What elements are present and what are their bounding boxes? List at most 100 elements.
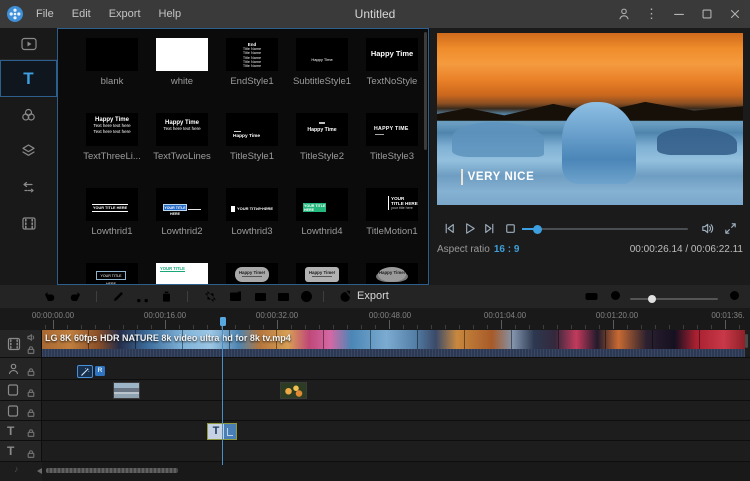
text-style-item[interactable]: Happy Time TitleStyle1 — [217, 113, 287, 188]
image-clip-flowers[interactable] — [280, 382, 307, 399]
mute-track-icon[interactable] — [27, 333, 36, 342]
minimize-button[interactable] — [672, 7, 686, 21]
text-style-item[interactable]: white — [147, 38, 217, 113]
lock-track-icon[interactable] — [27, 450, 35, 458]
sidebar-item-elements[interactable] — [0, 205, 57, 241]
sidebar-item-media[interactable] — [0, 28, 57, 60]
menu-edit[interactable]: Edit — [72, 8, 91, 20]
crop-button[interactable] — [202, 288, 219, 305]
sidebar-item-overlays[interactable] — [0, 133, 57, 169]
text-style-label: TitleStyle2 — [300, 151, 344, 162]
fullscreen-icon[interactable] — [723, 221, 738, 236]
lock-track-icon[interactable] — [27, 346, 35, 354]
text-style-item[interactable]: YOUR TITLE HERE Lowthrid4 — [287, 188, 357, 263]
duration-button[interactable] — [298, 288, 315, 305]
effect-clip[interactable]: R — [77, 365, 105, 378]
menu-help[interactable]: Help — [159, 8, 182, 20]
account-icon[interactable] — [617, 7, 631, 21]
text-style-item[interactable]: Happy Time! — [287, 263, 357, 284]
timeline-vertical-scrollbar[interactable] — [745, 334, 748, 348]
text-style-item[interactable]: YOUR TITLE HERE Lowthrid2 — [147, 188, 217, 263]
ruler-label: 00:01:36. — [711, 311, 745, 320]
text-style-item[interactable]: YOUR TITLE HERE — [77, 263, 147, 284]
volume-icon[interactable] — [700, 221, 715, 236]
edit-button[interactable] — [110, 288, 127, 305]
track-text-header: T — [0, 421, 42, 440]
timeline-zoom-handle[interactable] — [648, 295, 656, 303]
playhead-handle[interactable] — [220, 317, 226, 326]
seek-slider[interactable] — [522, 224, 688, 234]
previous-frame-button[interactable] — [442, 221, 457, 236]
lock-track-icon[interactable] — [27, 368, 35, 376]
text-style-item[interactable]: YOUR TITLE — [147, 263, 217, 284]
pip-track-icon — [7, 362, 20, 375]
panel-scrollbar[interactable] — [424, 32, 427, 150]
title-bar: File Edit Export Help Untitled ⋮ — [0, 0, 750, 28]
text-style-thumbnail: Happy Time! — [296, 263, 348, 284]
lock-track-icon[interactable] — [27, 429, 35, 437]
text-style-item[interactable]: Happy Time! — [217, 263, 287, 284]
video-clip[interactable]: LG 8K 60fps HDR NATURE 8k video ultra hd… — [42, 330, 745, 357]
track-video-header — [0, 330, 42, 357]
track-text-header: T — [0, 441, 42, 461]
lock-track-icon[interactable] — [27, 389, 35, 397]
preview-overlay-text: VERY NICE — [460, 168, 535, 185]
text-style-item[interactable]: Happy Time! — [357, 263, 427, 284]
text-styles-panel: blank white End Title Name Title Name Title… — [57, 28, 429, 285]
export-button[interactable]: Export — [357, 290, 389, 302]
horizontal-scrollbar[interactable] — [46, 468, 178, 473]
pan-zoom-button[interactable] — [227, 288, 244, 305]
freeze-frame-button[interactable] — [275, 288, 292, 305]
close-button[interactable] — [728, 7, 742, 21]
media-icon — [20, 36, 38, 52]
undo-button[interactable] — [41, 288, 58, 305]
mosaic-button[interactable] — [252, 288, 269, 305]
fit-timeline-button[interactable] — [583, 288, 600, 305]
transitions-icon — [20, 180, 37, 195]
toolbar-separator — [187, 291, 188, 302]
text-style-item[interactable]: Happy Time Text here text here Text here t… — [77, 113, 147, 188]
text-style-item[interactable]: YOUR TITLE HERE your title here TitleMotio… — [357, 188, 427, 263]
sidebar-item-transitions[interactable] — [0, 169, 57, 205]
text-style-item[interactable]: blank — [77, 38, 147, 113]
seek-handle[interactable] — [533, 224, 542, 234]
text-style-item[interactable]: YOUR TITLE HERE Lowthrid3 — [217, 188, 287, 263]
stop-button[interactable] — [503, 221, 518, 236]
text-style-thumbnail: YOUR TITLE — [156, 263, 208, 284]
menu-export[interactable]: Export — [109, 8, 141, 20]
text-style-item[interactable]: Happy Time TextNoStyle — [357, 38, 427, 113]
text-style-item[interactable]: HAPPY TIME TitleStyle3 — [357, 113, 427, 188]
split-button[interactable] — [134, 288, 151, 305]
text-style-item[interactable]: Happy Time SubtitleStyle1 — [287, 38, 357, 113]
text-style-item[interactable]: Happy Time TitleStyle2 — [287, 113, 357, 188]
lock-track-icon[interactable] — [27, 409, 35, 417]
redo-button[interactable] — [67, 288, 84, 305]
text-style-thumbnail: YOUR TITLE HERE — [86, 188, 138, 221]
timeline-ruler[interactable]: 00:00:00.00 00:00:16.00 00:00:32.00 00:0… — [0, 308, 750, 330]
zoom-in-button[interactable] — [727, 288, 744, 305]
text-style-label: Lowthrid2 — [161, 226, 203, 237]
export-icon[interactable] — [337, 288, 354, 305]
zoom-out-button[interactable] — [608, 288, 625, 305]
sidebar-item-text[interactable]: T — [0, 60, 57, 97]
menu-file[interactable]: File — [36, 8, 54, 20]
next-frame-button[interactable] — [482, 221, 497, 236]
delete-button[interactable] — [158, 288, 175, 305]
iceberg-shape — [562, 101, 636, 185]
aspect-ratio[interactable]: Aspect ratio 16 : 9 — [437, 244, 519, 255]
text-style-label: SubtitleStyle1 — [292, 76, 352, 87]
text-clip-handle[interactable] — [224, 424, 236, 439]
sidebar-item-filters[interactable] — [0, 97, 57, 133]
text-style-item[interactable]: End Title Name Title Name Title Name Title N… — [217, 38, 287, 113]
timeline-zoom-slider[interactable] — [630, 295, 718, 303]
playhead[interactable] — [222, 318, 223, 465]
more-menu-icon[interactable]: ⋮ — [645, 6, 658, 22]
image-clip-mountain[interactable] — [113, 382, 140, 399]
ruler-label: 00:00:32.00 — [255, 311, 299, 320]
maximize-button[interactable] — [700, 7, 714, 21]
text-style-thumbnail: Happy Time! — [366, 263, 418, 284]
text-style-item[interactable]: YOUR TITLE HERE Lowthrid1 — [77, 188, 147, 263]
hscroll-left-arrow[interactable] — [37, 468, 42, 474]
play-button[interactable] — [462, 221, 477, 236]
text-style-item[interactable]: Happy Time Text here text here TextTwoLine… — [147, 113, 217, 188]
